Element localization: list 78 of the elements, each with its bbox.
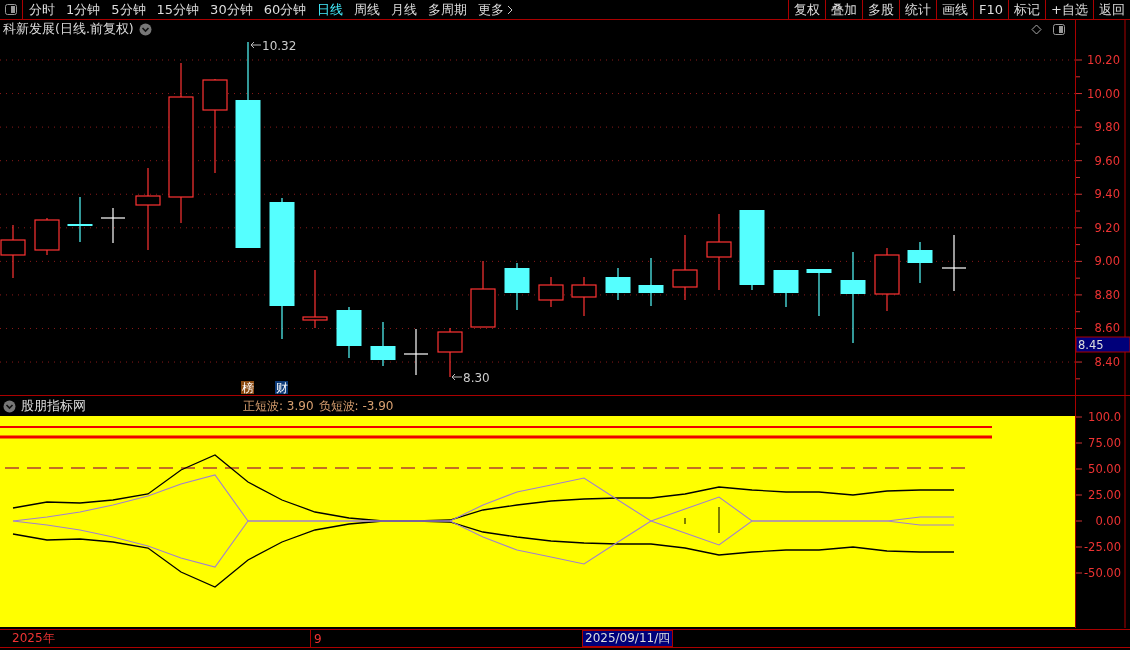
candlestick (538, 276, 564, 308)
toolbar-button[interactable]: F10 (973, 0, 1009, 19)
indicator-tick-label: 100.0 (1088, 410, 1121, 424)
indicator-name: 股朋指标网 (21, 397, 87, 415)
period-tab[interactable]: 更多 (478, 0, 514, 19)
candlestick (605, 267, 631, 301)
price-tick-label: 9.60 (1094, 153, 1120, 168)
candlestick (907, 241, 933, 284)
candlestick (874, 247, 900, 312)
month-label: 9 (313, 630, 323, 647)
period-tab[interactable]: 日线 (317, 0, 344, 19)
arrow-icon (250, 41, 262, 49)
toolbar-button[interactable]: 画线 (936, 0, 974, 19)
panel-toggle-icon[interactable] (5, 4, 17, 15)
diamond-icon[interactable] (1031, 23, 1042, 35)
period-tab[interactable]: 多周期 (428, 0, 468, 19)
indicator-tick-label: -50.00 (1083, 566, 1121, 580)
indicator-tick-label: 50.00 (1088, 462, 1121, 476)
toolbar-button[interactable]: 标记 (1008, 0, 1046, 19)
arrow-icon (451, 373, 463, 381)
toolbar-button[interactable]: 多股 (862, 0, 900, 19)
candlestick (100, 207, 126, 244)
candlestick (336, 306, 362, 359)
period-tab[interactable]: 15分钟 (156, 0, 200, 19)
candlestick (571, 276, 597, 317)
current-price-label: 8.45 (1078, 338, 1104, 352)
high-price-label: 10.32 (262, 39, 297, 53)
indicator-tick-label: -25.00 (1083, 540, 1121, 554)
indicator-tick-label: 0.00 (1095, 514, 1121, 528)
year-label: 2025年 (0, 630, 311, 647)
toolbar-button[interactable]: 统计 (899, 0, 937, 19)
tag-label[interactable]: 财 (275, 381, 288, 395)
chevron-down-icon[interactable] (138, 22, 152, 36)
candlestick (638, 257, 664, 307)
candlestick (806, 268, 832, 317)
low-price-label: 8.30 (463, 371, 490, 385)
toolbar-button[interactable]: +自选 (1045, 0, 1093, 19)
toolbar-button[interactable]: 叠加 (825, 0, 863, 19)
price-tick-label: 9.00 (1094, 254, 1120, 269)
candlestick (302, 269, 328, 329)
chart-title: 科新发展(日线.前复权) (3, 20, 134, 38)
panel-toggle-icon[interactable] (1053, 23, 1065, 35)
candlestick (941, 234, 967, 292)
price-tick-label: 10.20 (1087, 53, 1120, 67)
candlestick (0, 224, 26, 279)
price-tick-label: 8.80 (1094, 287, 1120, 302)
period-tab[interactable]: 1分钟 (66, 0, 101, 19)
indicator-readout: 正短波: 3.90 (243, 397, 314, 415)
toolbar-button[interactable]: 返回 (1093, 0, 1130, 19)
price-tick-label: 8.60 (1094, 321, 1120, 336)
indicator-readout: 负短波: -3.90 (318, 397, 394, 415)
indicator-tick-label: 25.00 (1088, 488, 1121, 502)
chevron-down-icon[interactable] (3, 399, 16, 413)
tag-label[interactable]: 榜 (241, 381, 254, 395)
cursor-date-label: 2025/09/11/四 (582, 630, 674, 647)
candlestick (470, 260, 496, 328)
price-tick-label: 9.80 (1094, 120, 1120, 135)
candlestick (504, 262, 530, 311)
candlestick (437, 327, 463, 378)
candlestick (67, 196, 93, 243)
period-tab[interactable]: 5分钟 (111, 0, 146, 19)
candlestick (672, 234, 698, 301)
price-tick-label: 8.40 (1094, 355, 1120, 370)
price-tick-label: 9.40 (1094, 187, 1120, 202)
candlestick (34, 217, 60, 256)
candlestick (403, 328, 429, 376)
price-tick-label: 9.20 (1094, 220, 1120, 235)
candlestick (370, 321, 396, 367)
period-tab[interactable]: 30分钟 (210, 0, 253, 19)
period-tab[interactable]: 分时 (29, 0, 55, 19)
period-tab[interactable]: 月线 (391, 0, 418, 19)
candlestick (773, 269, 799, 308)
indicator-tick-label: 75.00 (1088, 436, 1121, 450)
price-tick-label: 10.00 (1087, 86, 1120, 101)
toolbar-button[interactable]: 复权 (788, 0, 826, 19)
chevron-right-icon (507, 4, 514, 15)
period-tab[interactable]: 周线 (354, 0, 381, 19)
period-tab[interactable]: 60分钟 (263, 0, 307, 19)
